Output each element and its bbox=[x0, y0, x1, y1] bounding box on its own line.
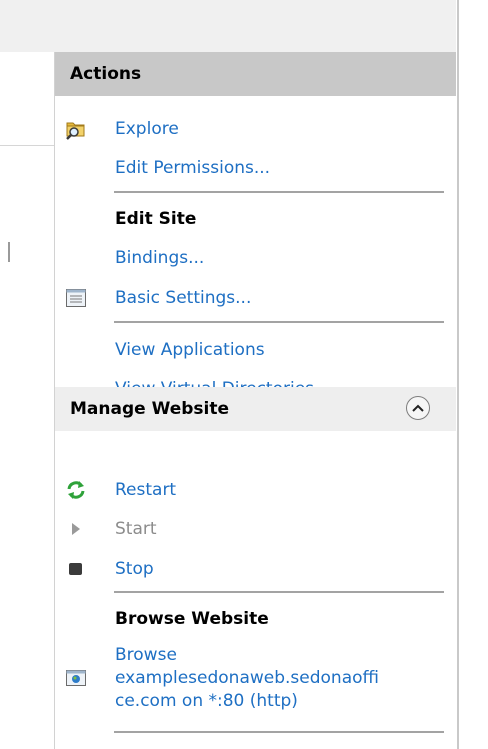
chevron-up-icon bbox=[412, 404, 424, 412]
separator-3 bbox=[114, 591, 444, 593]
start-link: Start bbox=[115, 519, 157, 539]
stop-square-icon bbox=[65, 558, 87, 580]
restart-arrows-icon bbox=[65, 479, 87, 501]
separator-1 bbox=[114, 191, 444, 193]
separator-2 bbox=[114, 321, 444, 323]
start-triangle-icon bbox=[65, 518, 87, 540]
start-action: Start bbox=[55, 514, 456, 544]
bindings-action[interactable]: Bindings... bbox=[55, 243, 456, 273]
features-pane bbox=[0, 52, 55, 749]
pane-divider bbox=[0, 145, 54, 146]
toolbar-strip bbox=[0, 0, 456, 52]
actions-header: Actions bbox=[55, 52, 456, 96]
settings-window-icon bbox=[65, 287, 87, 309]
view-applications-link[interactable]: View Applications bbox=[115, 340, 265, 360]
bindings-link[interactable]: Bindings... bbox=[115, 248, 204, 268]
iis-manager-window: Actions Explore Edit Permissions... Edit… bbox=[0, 0, 488, 749]
manage-website-title: Manage Website bbox=[70, 399, 230, 419]
stop-link[interactable]: Stop bbox=[115, 559, 154, 579]
browse-website-group: Browse Website bbox=[55, 604, 456, 634]
window-edge bbox=[457, 0, 488, 749]
stop-action[interactable]: Stop bbox=[55, 554, 456, 584]
browse-link-line-1[interactable]: Browse bbox=[115, 645, 177, 665]
edit-site-group: Edit Site bbox=[55, 204, 456, 234]
pane-scroll-marker bbox=[8, 242, 10, 262]
edit-site-title: Edit Site bbox=[115, 209, 197, 229]
restart-action[interactable]: Restart bbox=[55, 475, 456, 505]
browse-link-line-2[interactable]: examplesedonaweb.sedonaoffi bbox=[115, 668, 379, 688]
view-applications-action[interactable]: View Applications bbox=[55, 335, 456, 365]
collapse-button[interactable] bbox=[406, 396, 430, 420]
folder-magnifier-icon bbox=[65, 118, 87, 140]
basic-settings-link[interactable]: Basic Settings... bbox=[115, 288, 251, 308]
restart-link[interactable]: Restart bbox=[115, 480, 176, 500]
actions-pane: Actions Explore Edit Permissions... Edit… bbox=[55, 52, 456, 749]
explore-action[interactable]: Explore bbox=[55, 114, 456, 144]
edit-permissions-link[interactable]: Edit Permissions... bbox=[115, 158, 270, 178]
browse-link-line-3[interactable]: ce.com on *:80 (http) bbox=[115, 691, 298, 711]
manage-website-header[interactable]: Manage Website bbox=[55, 387, 456, 431]
actions-header-label: Actions bbox=[70, 64, 142, 84]
edit-permissions-action[interactable]: Edit Permissions... bbox=[55, 153, 456, 183]
basic-settings-action[interactable]: Basic Settings... bbox=[55, 283, 456, 313]
browse-line-3[interactable]: ce.com on *:80 (http) bbox=[55, 686, 456, 716]
explore-link[interactable]: Explore bbox=[115, 119, 179, 139]
browse-website-title: Browse Website bbox=[115, 609, 269, 629]
separator-4 bbox=[114, 731, 444, 733]
